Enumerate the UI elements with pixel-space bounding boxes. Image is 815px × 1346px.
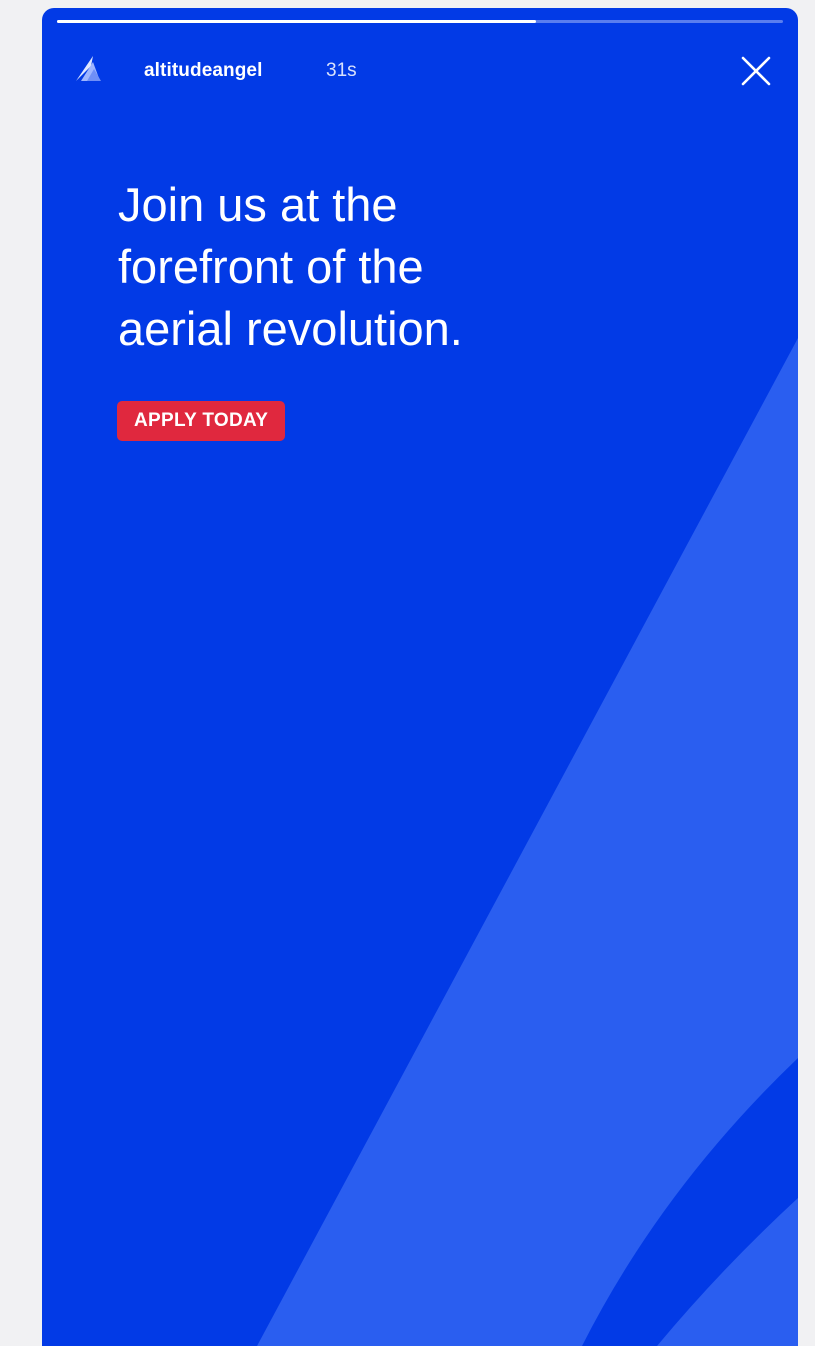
account-username[interactable]: altitudeangel — [144, 60, 262, 82]
story-progress-fill — [57, 20, 537, 23]
story-header: altitudeangel 31s — [42, 48, 798, 92]
story-headline: Join us at the forefront of the aerial r… — [118, 178, 463, 355]
corner-stripe-shape — [657, 1198, 798, 1346]
post-time-ago: 31s — [326, 60, 357, 81]
story-progress-bar — [57, 20, 783, 23]
altitude-angel-logo-icon[interactable] — [73, 54, 103, 84]
apply-today-button[interactable]: APPLY TODAY — [117, 401, 286, 441]
diagonal-stripe-shape — [257, 338, 798, 1346]
close-icon[interactable] — [739, 54, 773, 88]
story-viewer[interactable]: altitudeangel 31s Join us at the forefro… — [42, 8, 798, 1346]
